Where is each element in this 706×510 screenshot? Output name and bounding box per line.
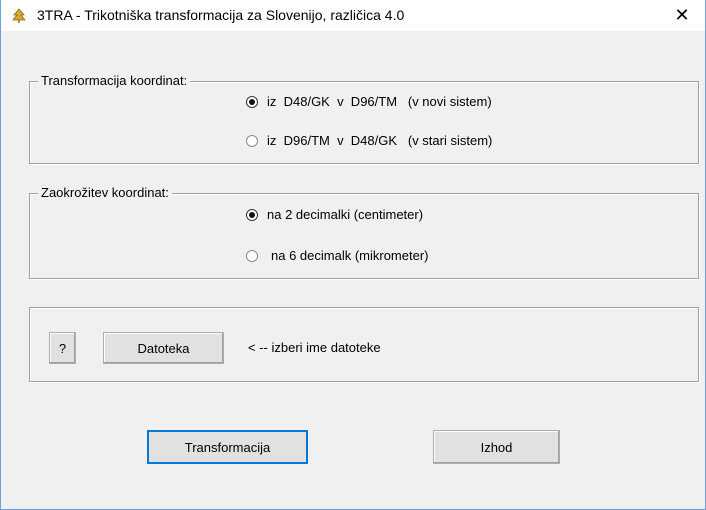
radio-d96-to-d48[interactable]: iz D96/TM v D48/GK (v stari sistem): [246, 133, 492, 148]
tree-icon: [12, 8, 26, 23]
file-hint: < -- izberi ime datoteke: [248, 340, 381, 355]
radio-button-checked[interactable]: [246, 208, 258, 221]
exit-button[interactable]: Izhod: [433, 430, 560, 464]
file-button[interactable]: Datoteka: [103, 332, 224, 364]
radio-button[interactable]: [246, 134, 258, 147]
close-button[interactable]: ✕: [659, 0, 705, 31]
radio-button-checked[interactable]: [246, 95, 258, 108]
radio-label: iz D48/GK v D96/TM (v novi sistem): [267, 94, 492, 109]
help-button[interactable]: ?: [49, 332, 76, 364]
transform-button[interactable]: Transformacija: [147, 430, 308, 464]
radio-2-decimals[interactable]: na 2 decimalki (centimeter): [246, 207, 423, 222]
radio-6-decimals[interactable]: na 6 decimalk (mikrometer): [246, 248, 429, 263]
transform-group-legend: Transformacija koordinat:: [38, 73, 191, 88]
radio-label: na 6 decimalk (mikrometer): [271, 248, 429, 263]
radio-button[interactable]: [246, 249, 258, 262]
rounding-group: Zaokrožitev koordinat:: [29, 185, 699, 279]
close-icon: ✕: [674, 5, 690, 25]
rounding-group-legend: Zaokrožitev koordinat:: [38, 185, 172, 200]
app-window: 3TRA - Trikotniška transformacija za Slo…: [0, 0, 706, 510]
window-title: 3TRA - Trikotniška transformacija za Slo…: [37, 7, 405, 23]
radio-label: iz D96/TM v D48/GK (v stari sistem): [267, 133, 493, 148]
radio-label: na 2 decimalki (centimeter): [267, 207, 424, 222]
title-bar: 3TRA - Trikotniška transformacija za Slo…: [1, 0, 705, 31]
radio-d48-to-d96[interactable]: iz D48/GK v D96/TM (v novi sistem): [246, 94, 492, 109]
